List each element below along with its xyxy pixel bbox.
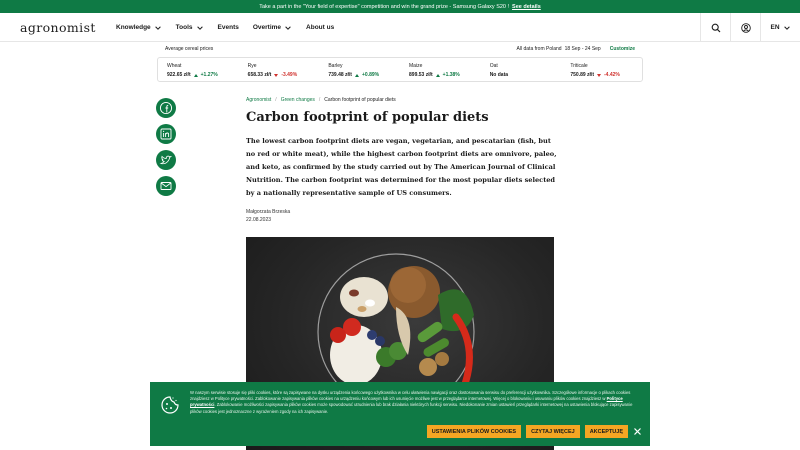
cookie-banner: W naszym serwisie stosuje się pliki cook… (150, 382, 650, 446)
promo-banner: Take a part in the "Your field of expert… (0, 0, 800, 13)
logo[interactable]: agronomist (20, 20, 96, 35)
price-item-barley[interactable]: Barley 739.48 zł/t +0.89% (319, 58, 400, 81)
price-change: +1.38% (442, 72, 460, 78)
user-icon (740, 22, 751, 33)
nav-actions: EN (700, 13, 800, 42)
email-icon (160, 182, 172, 190)
accept-button[interactable]: AKCEPTUJĘ (584, 425, 628, 438)
price-name: Oat (489, 63, 498, 69)
arrow-up-icon (354, 73, 359, 77)
article-title: Carbon footprint of popular diets (246, 110, 489, 125)
prices-title: Average cereal prices (165, 46, 214, 52)
close-icon[interactable] (633, 427, 642, 436)
cookie-text-2: . Zablokowanie możliwości zapisywania pl… (190, 402, 633, 414)
price-value: No data (489, 72, 509, 78)
arrow-down-icon (274, 73, 279, 77)
breadcrumb-separator: / (275, 97, 277, 103)
menu-item-about[interactable]: About us (306, 24, 334, 31)
twitter-icon (159, 155, 173, 165)
account-button[interactable] (730, 13, 760, 42)
price-name: Rye (247, 63, 257, 69)
share-linkedin-button[interactable] (156, 124, 176, 144)
price-change: +1.27% (200, 72, 218, 78)
breadcrumb: Agronomist / Green changes / Carbon foot… (246, 97, 396, 103)
language-label: EN (770, 24, 780, 31)
price-change: -3.49% (281, 72, 298, 78)
price-item-rye[interactable]: Rye 658.33 zł/t -3.49% (239, 58, 320, 81)
cookie-text: W naszym serwisie stosuje się pliki cook… (190, 390, 635, 415)
search-icon (711, 23, 720, 32)
chevron-down-icon (154, 25, 161, 30)
chevron-down-icon (783, 25, 790, 30)
price-name: Wheat (167, 63, 182, 69)
menu-item-overtime[interactable]: Overtime (253, 24, 292, 32)
chevron-down-icon (285, 25, 291, 30)
menu-item-label: Knowledge (116, 24, 151, 31)
chevron-down-icon (196, 25, 203, 30)
menu-item-events[interactable]: Events (218, 24, 239, 31)
prices-header: Average cereal prices All data from Pola… (165, 45, 635, 54)
promo-link[interactable]: See details (512, 4, 541, 10)
top-nav: agronomist Knowledge Tools Events Overti… (0, 13, 800, 42)
arrow-up-icon (435, 73, 440, 77)
price-item-oat[interactable]: Oat No data (481, 58, 562, 81)
price-change: -4.42% (604, 72, 620, 78)
prices-data-label: All data from Poland (516, 46, 562, 52)
cookie-buttons: USTAWIENIA PLIKÓW COOKIES CZYTAJ WIĘCEJ … (426, 425, 628, 438)
cookie-text-1: W naszym serwisie stosuje się pliki cook… (190, 390, 631, 402)
menu-item-label: Events (217, 24, 239, 31)
price-value: 922.65 zł/t (167, 72, 191, 78)
breadcrumb-current: Carbon footprint of popular diets (324, 97, 396, 103)
prices-meta: All data from Poland 18 Sep - 24 Sep Cus… (517, 46, 635, 52)
price-item-wheat[interactable]: Wheat 922.65 zł/t +1.27% (158, 58, 239, 81)
price-value: 750.89 zł/t (570, 72, 594, 78)
article-author: Małgorzata Brzeska (246, 209, 291, 215)
breadcrumb-category[interactable]: Green changes (281, 97, 315, 103)
price-item-maize[interactable]: Maize 899.53 zł/t +1.38% (400, 58, 481, 81)
article-lead: The lowest carbon footprint diets are ve… (246, 137, 557, 197)
prices-date-range: 18 Sep - 24 Sep (564, 46, 601, 52)
menu-item-tools[interactable]: Tools (176, 24, 204, 32)
price-value: 739.48 zł/t (328, 72, 352, 78)
cookie-icon (161, 396, 179, 414)
cookie-settings-button[interactable]: USTAWIENIA PLIKÓW COOKIES (426, 425, 522, 438)
share-twitter-button[interactable] (156, 150, 176, 170)
breadcrumb-separator: / (318, 97, 321, 103)
menu-item-knowledge[interactable]: Knowledge (116, 24, 162, 32)
share-email-button[interactable] (156, 176, 176, 196)
share-bar (156, 98, 176, 196)
share-facebook-button[interactable] (156, 98, 176, 118)
promo-text: Take a part in the "Your field of expert… (259, 3, 510, 10)
search-button[interactable] (700, 13, 730, 42)
customize-link[interactable]: Customize (610, 46, 635, 52)
price-change: +0.89% (361, 72, 380, 78)
price-value: 658.33 zł/t (247, 72, 272, 78)
price-item-triticale[interactable]: Triticale 750.89 zł/t -4.42% (561, 58, 642, 81)
prices-ticker: Wheat 922.65 zł/t +1.27% Rye 658.33 zł/t… (157, 57, 643, 82)
article-date: 22.08.2023 (246, 217, 272, 223)
price-name: Triticale (570, 63, 588, 69)
menu-item-label: Overtime (252, 24, 282, 31)
linkedin-icon (160, 128, 172, 140)
language-selector[interactable]: EN (760, 13, 800, 42)
price-name: Barley (328, 63, 343, 69)
price-value: 899.53 zł/t (409, 72, 433, 78)
main-menu: Knowledge Tools Events Overtime About us (116, 13, 334, 42)
breadcrumb-home[interactable]: Agronomist (246, 97, 271, 103)
menu-item-label: Tools (175, 24, 193, 31)
arrow-down-icon (597, 73, 601, 77)
price-name: Maize (409, 63, 423, 69)
menu-item-label: About us (306, 24, 335, 31)
facebook-icon (159, 101, 173, 115)
arrow-up-icon (193, 73, 198, 77)
read-more-button[interactable]: CZYTAJ WIĘCEJ (526, 425, 580, 438)
